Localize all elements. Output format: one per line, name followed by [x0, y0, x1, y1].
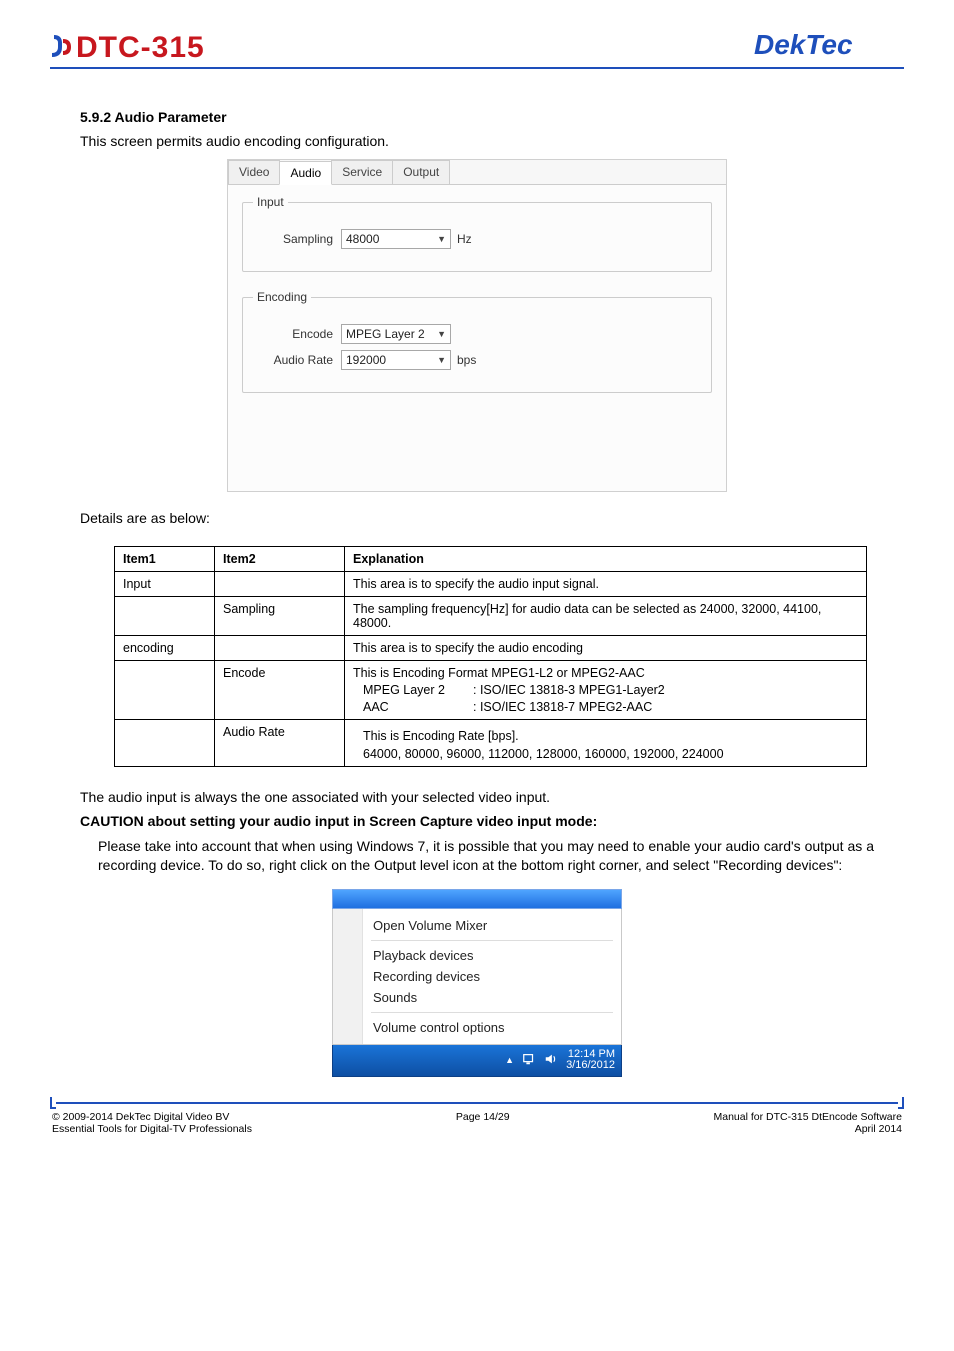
chevron-down-icon: ▼ — [437, 351, 446, 369]
caution-body: Please take into account that when using… — [80, 837, 874, 875]
footer-rule — [50, 1097, 904, 1109]
input-group: Input Sampling 48000 ▼ Hz — [242, 195, 712, 272]
encoding-group: Encoding Encode MPEG Layer 2 ▼ Audio Rat… — [242, 290, 712, 393]
speaker-icon[interactable] — [544, 1052, 558, 1069]
tray-expand-icon[interactable]: ▲ — [505, 1055, 514, 1065]
footer-tagline: Essential Tools for Digital-TV Professio… — [52, 1123, 252, 1135]
product-brand: DTC-315 — [50, 31, 205, 65]
company-logo: DekTec — [754, 28, 904, 65]
details-lead: Details are as below: — [80, 510, 874, 526]
tab-audio[interactable]: Audio — [279, 161, 332, 185]
audio-rate-label: Audio Rate — [253, 353, 333, 367]
after-table-p1: The audio input is always the one associ… — [80, 789, 874, 805]
menu-item-recording[interactable]: Recording devices — [371, 966, 613, 987]
svg-text:DekTec: DekTec — [754, 29, 853, 60]
menu-separator — [371, 1012, 613, 1013]
audio-rate-unit: bps — [457, 353, 476, 367]
footer-manual: Manual for DTC-315 DtEncode Software — [713, 1111, 902, 1123]
encode-value: MPEG Layer 2 — [346, 325, 425, 343]
sampling-value: 48000 — [346, 230, 379, 248]
table-row: Sampling The sampling frequency[Hz] for … — [115, 597, 867, 636]
details-table: Item1 Item2 Explanation Input This area … — [114, 546, 867, 767]
table-row: encoding This area is to specify the aud… — [115, 636, 867, 661]
menu-item-playback[interactable]: Playback devices — [371, 945, 613, 966]
chevron-down-icon: ▼ — [437, 325, 446, 343]
taskbar-clock[interactable]: 12:14 PM 3/16/2012 — [566, 1049, 615, 1072]
context-menu-screenshot: Open Volume Mixer Playback devices Recor… — [332, 889, 622, 1077]
page-footer: © 2009-2014 DekTec Digital Video BV Esse… — [50, 1109, 904, 1135]
menu-gutter — [333, 909, 363, 1044]
sampling-select[interactable]: 48000 ▼ — [341, 229, 451, 249]
product-logo-icon — [50, 33, 72, 63]
page-header: DTC-315 DekTec — [50, 28, 904, 69]
menu-item-sounds[interactable]: Sounds — [371, 987, 613, 1008]
menu-separator — [371, 940, 613, 941]
section-title: Audio Parameter — [115, 109, 227, 125]
caution-heading: CAUTION about setting your audio input i… — [80, 813, 874, 829]
audio-rate-value: 192000 — [346, 351, 386, 369]
taskbar: ▲ 12:14 PM 3/16/2012 — [332, 1045, 622, 1077]
table-row: Encode This is Encoding Format MPEG1-L2 … — [115, 661, 867, 720]
section-number: 5.9.2 — [80, 109, 111, 125]
clock-date: 3/16/2012 — [566, 1060, 615, 1072]
table-row: Input This area is to specify the audio … — [115, 572, 867, 597]
tab-video[interactable]: Video — [228, 160, 280, 184]
audio-settings-panel: Video Audio Service Output Input Samplin… — [227, 159, 727, 492]
footer-page: Page 14/29 — [456, 1111, 510, 1135]
tab-service[interactable]: Service — [331, 160, 393, 184]
tab-bar: Video Audio Service Output — [228, 160, 726, 185]
audio-rate-select[interactable]: 192000 ▼ — [341, 350, 451, 370]
input-legend: Input — [253, 195, 288, 209]
window-titlebar — [332, 889, 622, 909]
encode-select[interactable]: MPEG Layer 2 ▼ — [341, 324, 451, 344]
footer-date: April 2014 — [713, 1123, 902, 1135]
sampling-label: Sampling — [253, 232, 333, 246]
section-intro: This screen permits audio encoding confi… — [80, 133, 874, 149]
th-item1: Item1 — [115, 547, 215, 572]
menu-item-open-mixer[interactable]: Open Volume Mixer — [371, 915, 613, 936]
th-item2: Item2 — [215, 547, 345, 572]
footer-copyright: © 2009-2014 DekTec Digital Video BV — [52, 1111, 252, 1123]
menu-item-volume-options[interactable]: Volume control options — [371, 1017, 613, 1038]
encoding-legend: Encoding — [253, 290, 311, 304]
chevron-down-icon: ▼ — [437, 230, 446, 248]
section-heading: 5.9.2 Audio Parameter — [80, 109, 874, 125]
table-row: Audio Rate This is Encoding Rate [bps]. … — [115, 720, 867, 767]
sampling-unit: Hz — [457, 232, 472, 246]
th-explanation: Explanation — [345, 547, 867, 572]
tab-output[interactable]: Output — [392, 160, 450, 184]
product-name: DTC-315 — [76, 31, 205, 65]
encode-label: Encode — [253, 327, 333, 341]
action-center-icon[interactable] — [522, 1052, 536, 1069]
